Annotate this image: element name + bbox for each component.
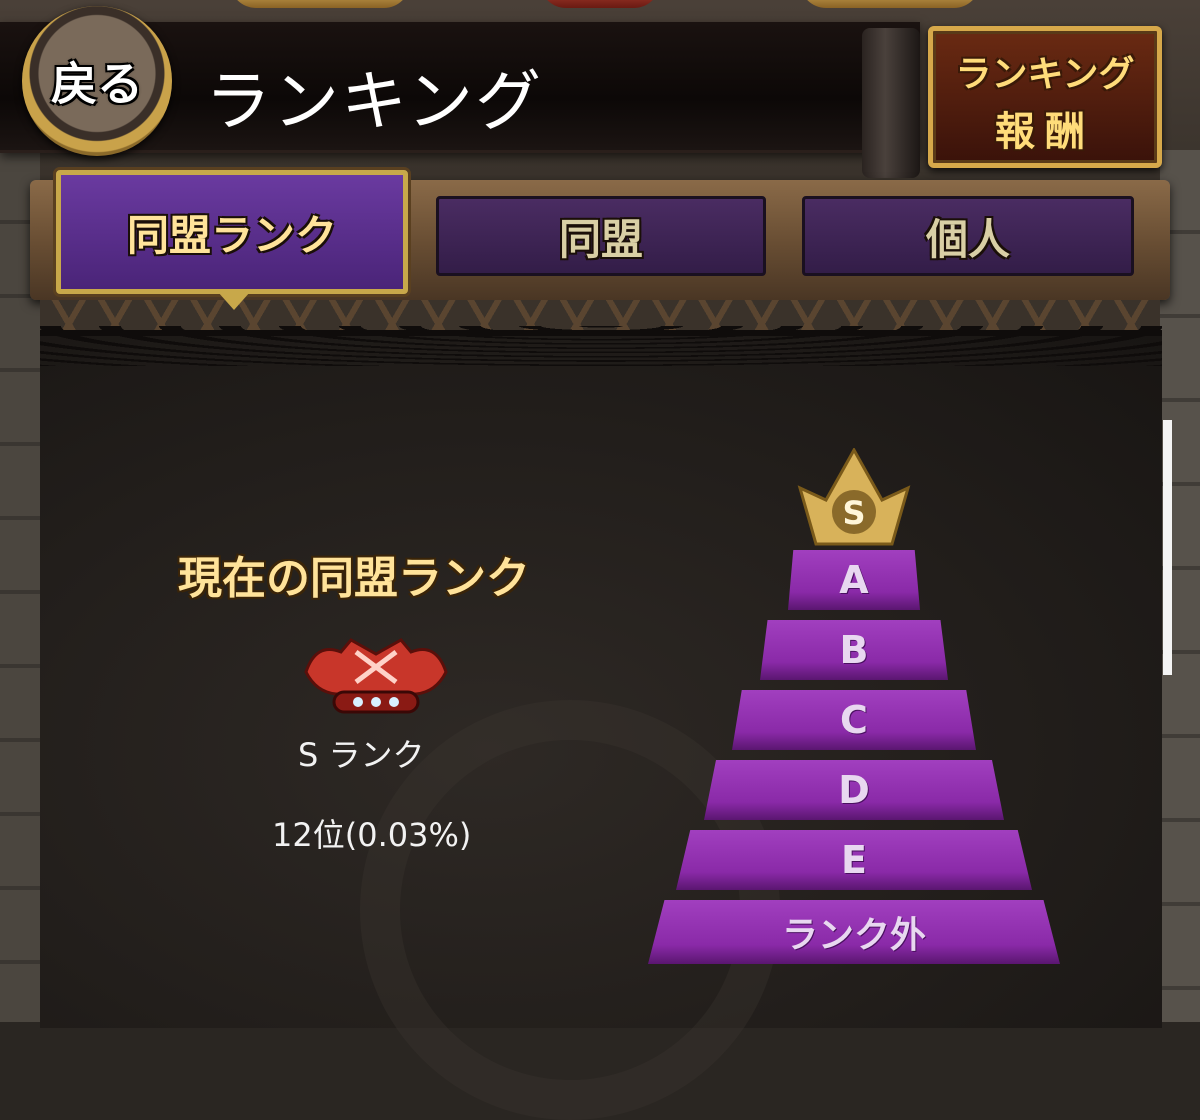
tab-alliance-rank[interactable]: 同盟ランク	[56, 170, 408, 294]
tier-b: B	[760, 620, 948, 680]
rank-name: S ランク	[298, 736, 425, 774]
reward-button-line1: ランキング	[955, 54, 1135, 95]
header-scroll-end	[862, 28, 920, 178]
curtain-drape	[40, 326, 1162, 366]
tier-a: A	[788, 550, 920, 610]
scrollbar-edge	[1163, 420, 1172, 675]
tier-e: E	[676, 830, 1032, 890]
tab-alliance[interactable]: 同盟	[436, 196, 766, 276]
reward-button-line2: 報酬	[995, 109, 1095, 155]
tab-individual[interactable]: 個人	[802, 196, 1134, 276]
rank-badge-icon	[304, 638, 448, 714]
top-ornament-right	[800, 0, 980, 8]
back-button[interactable]: 戻る	[22, 6, 172, 156]
tier-d: D	[704, 760, 1004, 820]
crown-letter: S	[842, 494, 865, 532]
page-title: ランキング	[205, 63, 544, 140]
back-button-label: 戻る	[51, 57, 143, 111]
tab-individual-label: 個人	[925, 214, 1010, 264]
rank-position: 12位(0.03%)	[272, 816, 472, 854]
crown-icon: S	[797, 448, 911, 546]
active-tab-pointer	[218, 292, 250, 310]
tier-c: C	[732, 690, 976, 750]
tab-alliance-label: 同盟	[558, 214, 643, 264]
top-ornament-left	[230, 0, 410, 8]
tier-out-of-rank: ランク外	[648, 900, 1060, 964]
current-rank-heading: 現在の同盟ランク	[178, 553, 530, 604]
tab-alliance-rank-label: 同盟ランク	[126, 210, 337, 260]
ranking-reward-button[interactable]: ランキング 報酬	[928, 26, 1162, 168]
